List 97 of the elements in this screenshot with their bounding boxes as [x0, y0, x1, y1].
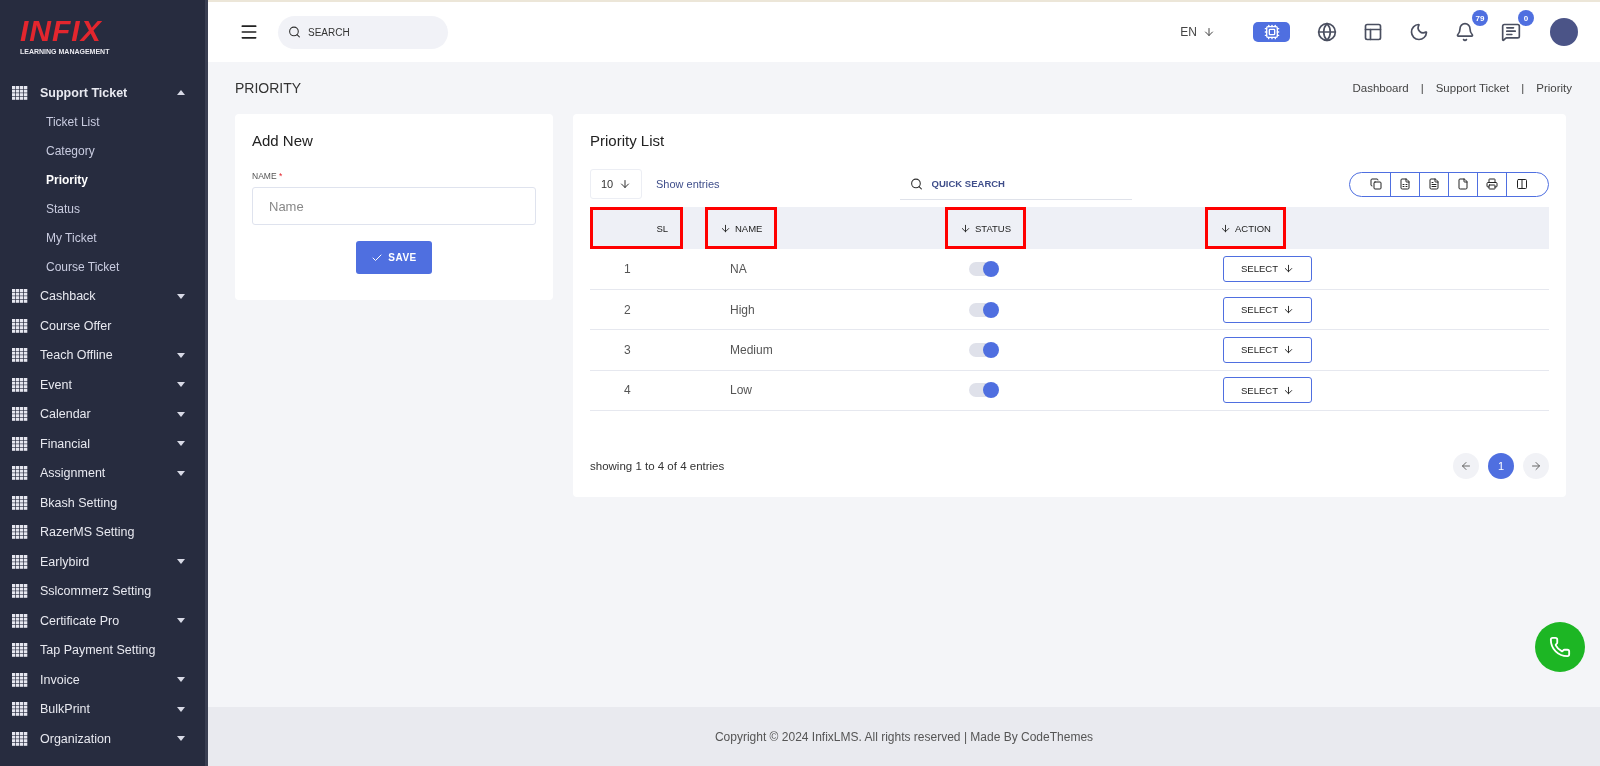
sidebar-item[interactable]: Tap Payment Setting	[0, 635, 205, 665]
column-header[interactable]: NAME	[705, 207, 778, 249]
sidebar-subitem[interactable]: Ticket List	[46, 115, 100, 129]
grid-icon	[12, 85, 28, 100]
breadcrumb-link[interactable]: Dashboard	[1352, 82, 1409, 94]
card-title: Add New	[252, 132, 314, 149]
arrow-down-icon	[1283, 344, 1294, 356]
grid-icon	[12, 613, 28, 628]
grid-icon	[12, 731, 28, 746]
select-dropdown[interactable]: SELECT	[1223, 296, 1312, 323]
grid-icon	[12, 643, 28, 658]
arrow-down-icon	[619, 178, 632, 190]
table-cell: 4	[590, 370, 705, 411]
sidebar-subitem[interactable]: My Ticket	[46, 231, 97, 245]
breadcrumb-separator: |	[1521, 82, 1525, 94]
sidebar-item[interactable]: BulkPrint	[0, 694, 205, 724]
table-cell: Medium	[705, 329, 945, 371]
grid-icon	[12, 407, 28, 422]
sidebar-item[interactable]: Event	[0, 370, 205, 400]
footer-text: Copyright © 2024 InfixLMS. All rights reserved | Made By CodeThemes	[714, 729, 1094, 744]
column-header[interactable]: STATUS	[945, 207, 1027, 249]
arrow-down-icon	[1283, 304, 1294, 316]
table-cell: 2	[590, 289, 705, 330]
sidebar-item[interactable]: Cashback	[0, 281, 205, 311]
arrow-down-icon	[1283, 384, 1294, 396]
grid-icon	[12, 377, 28, 392]
sidebar-item[interactable]: Organization	[0, 724, 205, 754]
grid-icon	[12, 348, 28, 363]
sidebar-item[interactable]: Financial	[0, 429, 205, 459]
breadcrumb-separator: |	[1420, 82, 1424, 94]
grid-icon	[12, 584, 28, 599]
column-header[interactable]: ACTION	[1205, 207, 1286, 249]
grid-icon	[12, 495, 28, 510]
sidebar-item[interactable]: Invoice	[0, 665, 205, 695]
phone-icon	[1549, 636, 1571, 658]
table-cell: 3	[590, 329, 705, 371]
grid-icon	[12, 436, 28, 451]
field-label: NAME *	[252, 171, 284, 181]
sidebar-subitem[interactable]: Priority	[46, 173, 88, 187]
sidebar-item[interactable]: Assignment	[0, 458, 205, 488]
sidebar-item[interactable]: Teach Offline	[0, 340, 205, 370]
sidebar-item[interactable]: Course Offer	[0, 311, 205, 341]
name-input[interactable]: Name	[252, 187, 536, 225]
search-field[interactable]: SEARCH	[278, 15, 448, 49]
table-cell: Low	[705, 370, 945, 411]
grid-icon	[12, 525, 28, 540]
page-button[interactable]: 1	[1488, 453, 1514, 480]
grid-icon	[12, 672, 28, 687]
arrow-down-icon	[720, 222, 731, 234]
sidebar-item[interactable]: Calendar	[0, 399, 205, 429]
table-cell: High	[705, 289, 945, 330]
phone-chat-button[interactable]	[1535, 622, 1585, 672]
chip-icon[interactable]	[1253, 22, 1290, 42]
arrow-down-icon	[1220, 222, 1231, 234]
notification-count: 79	[1472, 10, 1488, 26]
sidebar-item[interactable]: Support Ticket	[0, 78, 205, 108]
sidebar-item[interactable]: Certificate Pro	[0, 606, 205, 636]
sidebar-item[interactable]: Bkash Setting	[0, 488, 205, 518]
column-header[interactable]: SL	[590, 207, 683, 249]
entries-summary: showing 1 to 4 of 4 entries	[590, 460, 725, 473]
arrow-down-icon	[1283, 263, 1294, 275]
breadcrumb-link[interactable]: Support Ticket	[1435, 82, 1510, 94]
logo-text: INFIX	[20, 16, 102, 46]
grid-icon	[12, 466, 28, 481]
sidebar-subitem[interactable]: Status	[46, 202, 81, 216]
select-dropdown[interactable]: SELECT	[1223, 255, 1312, 282]
sidebar-item[interactable]: Sslcommerz Setting	[0, 576, 205, 606]
message-count: 0	[1518, 10, 1534, 26]
page-title: PRIORITY	[235, 80, 302, 96]
page-size-select[interactable]: 10	[590, 169, 642, 199]
select-dropdown[interactable]: SELECT	[1223, 336, 1312, 363]
grid-icon	[12, 289, 28, 304]
arrow-left-icon	[1460, 460, 1472, 473]
breadcrumb-link[interactable]: Priority	[1536, 82, 1572, 94]
grid-icon	[12, 318, 28, 333]
save-button[interactable]: SAVE	[356, 241, 432, 274]
language-selector[interactable]: EN	[1174, 24, 1221, 40]
sidebar-item[interactable]: RazerMS Setting	[0, 517, 205, 547]
avatar[interactable]	[1550, 18, 1578, 46]
grid-icon	[12, 702, 28, 717]
show-entries-label: Show entries	[656, 178, 720, 190]
table-cell: NA	[705, 249, 945, 290]
arrow-down-icon	[1203, 26, 1215, 38]
select-dropdown[interactable]: SELECT	[1223, 377, 1312, 404]
table-cell: 1	[590, 249, 705, 290]
arrow-right-icon	[1530, 460, 1542, 473]
status-toggle[interactable]	[969, 261, 998, 276]
sidebar-item[interactable]: Earlybird	[0, 547, 205, 577]
status-toggle[interactable]	[969, 342, 998, 357]
status-toggle[interactable]	[969, 383, 998, 398]
sidebar-subitem[interactable]: Course Ticket	[46, 260, 120, 274]
globe-icon[interactable]	[1315, 20, 1339, 44]
status-toggle[interactable]	[969, 302, 998, 317]
card-title: Priority List	[590, 132, 666, 149]
sidebar-subitem[interactable]: Category	[46, 144, 95, 158]
arrow-down-icon	[960, 222, 971, 234]
grid-icon	[12, 554, 28, 569]
